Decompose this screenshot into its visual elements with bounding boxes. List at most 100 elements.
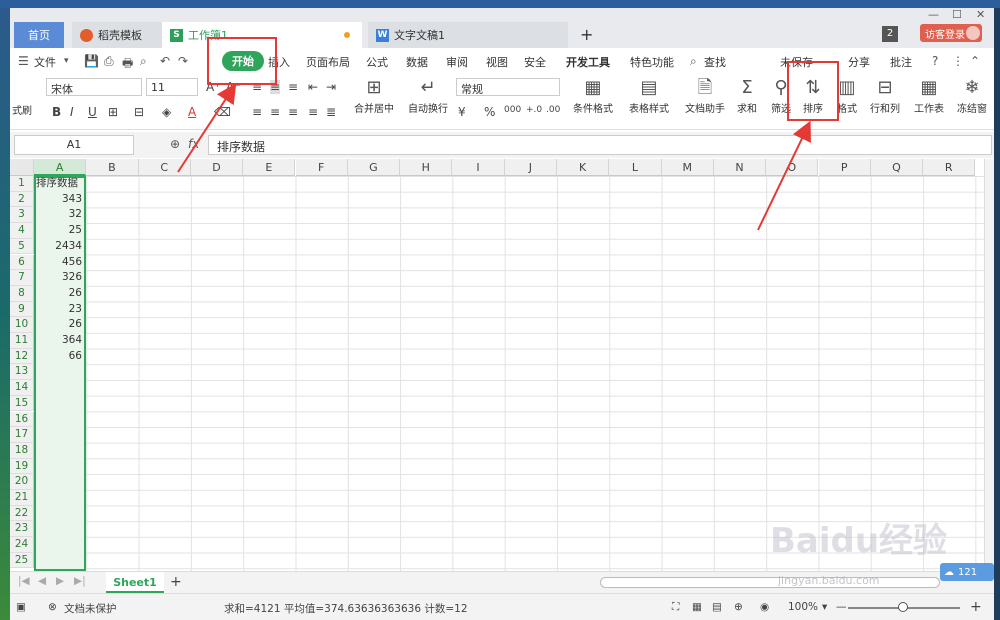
row-header-12[interactable]: 12: [10, 348, 34, 365]
menu-view[interactable]: 视图: [486, 54, 508, 70]
minimize-button[interactable]: —: [928, 8, 939, 21]
tab-templates[interactable]: 稻壳模板: [72, 22, 162, 48]
zoom-slider-thumb[interactable]: [898, 602, 908, 612]
row-header-6[interactable]: 6: [10, 254, 34, 271]
italic-icon[interactable]: I: [70, 105, 74, 119]
underline-icon[interactable]: U: [88, 105, 97, 119]
clear-format-icon[interactable]: ⌫: [214, 105, 231, 119]
row-header-22[interactable]: 22: [10, 505, 34, 522]
zoom-out-icon[interactable]: —: [836, 601, 847, 613]
cell-a4[interactable]: 25: [36, 223, 84, 239]
column-header-k[interactable]: K: [557, 159, 610, 176]
column-header-j[interactable]: J: [504, 159, 557, 176]
collapse-ribbon-icon[interactable]: ⌃: [970, 54, 980, 68]
distribute-icon[interactable]: ≣: [326, 105, 336, 119]
merge-center-button[interactable]: ⊞ 合并居中: [348, 76, 400, 115]
column-header-g[interactable]: G: [347, 159, 401, 176]
indent-decrease-icon[interactable]: ⇤: [308, 80, 318, 94]
column-header-b[interactable]: B: [86, 159, 139, 176]
bold-icon[interactable]: B: [52, 105, 61, 119]
zoom-dropdown-icon[interactable]: ▾: [822, 601, 827, 613]
row-header-24[interactable]: 24: [10, 537, 34, 553]
column-header-d[interactable]: D: [190, 159, 244, 176]
menu-security[interactable]: 安全: [524, 54, 546, 70]
menu-search[interactable]: 查找: [704, 54, 726, 70]
cell-a10[interactable]: 26: [36, 317, 84, 333]
save-icon[interactable]: 💾: [84, 54, 99, 68]
vertical-scrollbar[interactable]: [984, 159, 994, 571]
row-header-4[interactable]: 4: [10, 223, 34, 239]
cell-a1[interactable]: 排序数据: [36, 176, 84, 192]
row-header-9[interactable]: 9: [10, 301, 34, 318]
row-header-13[interactable]: 13: [10, 364, 34, 381]
horizontal-scrollbar[interactable]: [600, 577, 940, 588]
align-left-icon[interactable]: ≡: [252, 105, 262, 119]
sheet-tab-sheet1[interactable]: Sheet1: [106, 572, 164, 593]
row-header-1[interactable]: 1: [10, 176, 34, 192]
align-bottom-icon[interactable]: ≡: [288, 80, 298, 94]
menu-formulas[interactable]: 公式: [366, 54, 388, 70]
spreadsheet-grid[interactable]: ABCDEFGHIJKLMNOPQR 1 2 3 4 5 6 7 8 9 10 11 12 13 14 15…: [10, 159, 994, 571]
share-button[interactable]: 分享: [848, 54, 870, 70]
column-header-m[interactable]: M: [661, 159, 714, 176]
export-icon[interactable]: ⎙: [104, 54, 114, 69]
indent-increase-icon[interactable]: ⇥: [326, 80, 336, 94]
new-tab-button[interactable]: +: [580, 25, 593, 44]
guest-login-button[interactable]: 访客登录: [920, 24, 982, 42]
cell-a11[interactable]: 364: [36, 333, 84, 349]
row-header-3[interactable]: 3: [10, 207, 34, 224]
grid-cells[interactable]: [34, 176, 994, 571]
merge-icon[interactable]: ⊟: [134, 105, 144, 119]
column-header-p[interactable]: P: [818, 159, 871, 176]
column-header-h[interactable]: H: [400, 159, 453, 176]
next-sheet-icon[interactable]: ▶: [56, 575, 64, 587]
menu-review[interactable]: 审阅: [446, 54, 468, 70]
menu-developer[interactable]: 开发工具: [566, 54, 610, 70]
table-style-button[interactable]: ▤ 表格样式: [622, 76, 676, 115]
tab-document[interactable]: W 文字文稿1: [368, 22, 568, 48]
comment-button[interactable]: 批注: [890, 54, 912, 70]
preview-icon[interactable]: ⌕: [140, 54, 147, 69]
search-icon[interactable]: ⌕: [690, 54, 697, 69]
protection-status[interactable]: 文档未保护: [64, 601, 117, 616]
cell-a6[interactable]: 456: [36, 255, 84, 271]
cell-a9[interactable]: 23: [36, 302, 84, 318]
border-icon[interactable]: ⊞: [108, 105, 118, 119]
worksheet-button[interactable]: ▦ 工作表: [908, 76, 950, 115]
redo-icon[interactable]: ↷: [178, 54, 188, 68]
maximize-button[interactable]: ☐: [952, 8, 962, 21]
row-header-8[interactable]: 8: [10, 285, 34, 302]
menu-data[interactable]: 数据: [406, 54, 428, 70]
row-header-19[interactable]: 19: [10, 458, 34, 475]
cell-a8[interactable]: 26: [36, 286, 84, 302]
prev-sheet-icon[interactable]: ◀: [38, 575, 46, 587]
conditional-format-button[interactable]: ▦ 条件格式: [566, 76, 620, 115]
eye-protection-icon[interactable]: ◉: [760, 601, 769, 613]
zoom-formula-icon[interactable]: ⊕: [170, 137, 180, 151]
thousands-icon[interactable]: 000: [504, 105, 521, 115]
font-color-icon[interactable]: A: [188, 105, 196, 119]
column-header-r[interactable]: R: [923, 159, 976, 176]
help-icon[interactable]: ?: [932, 54, 938, 68]
add-sheet-button[interactable]: +: [170, 574, 182, 590]
number-format-select[interactable]: 常规: [456, 78, 560, 96]
page-view-icon[interactable]: ▤: [712, 601, 722, 613]
column-header-l[interactable]: L: [609, 159, 662, 176]
cell-a7[interactable]: 326: [36, 270, 84, 286]
zoom-level[interactable]: 100%: [788, 601, 818, 613]
close-button[interactable]: ✕: [976, 8, 985, 21]
undo-icon[interactable]: ↶: [160, 54, 170, 68]
sum-button[interactable]: Σ 求和: [730, 76, 764, 115]
column-header-e[interactable]: E: [243, 159, 296, 176]
row-header-18[interactable]: 18: [10, 442, 34, 459]
increase-decimal-icon[interactable]: +.0: [526, 105, 542, 115]
row-header-15[interactable]: 15: [10, 395, 34, 412]
cell-a5[interactable]: 2434: [36, 239, 84, 255]
first-sheet-icon[interactable]: |◀: [18, 575, 30, 587]
row-header-14[interactable]: 14: [10, 380, 34, 396]
window-count-badge[interactable]: 2: [882, 26, 898, 42]
hamburger-icon[interactable]: ☰: [18, 54, 29, 68]
row-header-17[interactable]: 17: [10, 427, 34, 443]
row-header-7[interactable]: 7: [10, 270, 34, 286]
cell-a3[interactable]: 32: [36, 207, 84, 223]
